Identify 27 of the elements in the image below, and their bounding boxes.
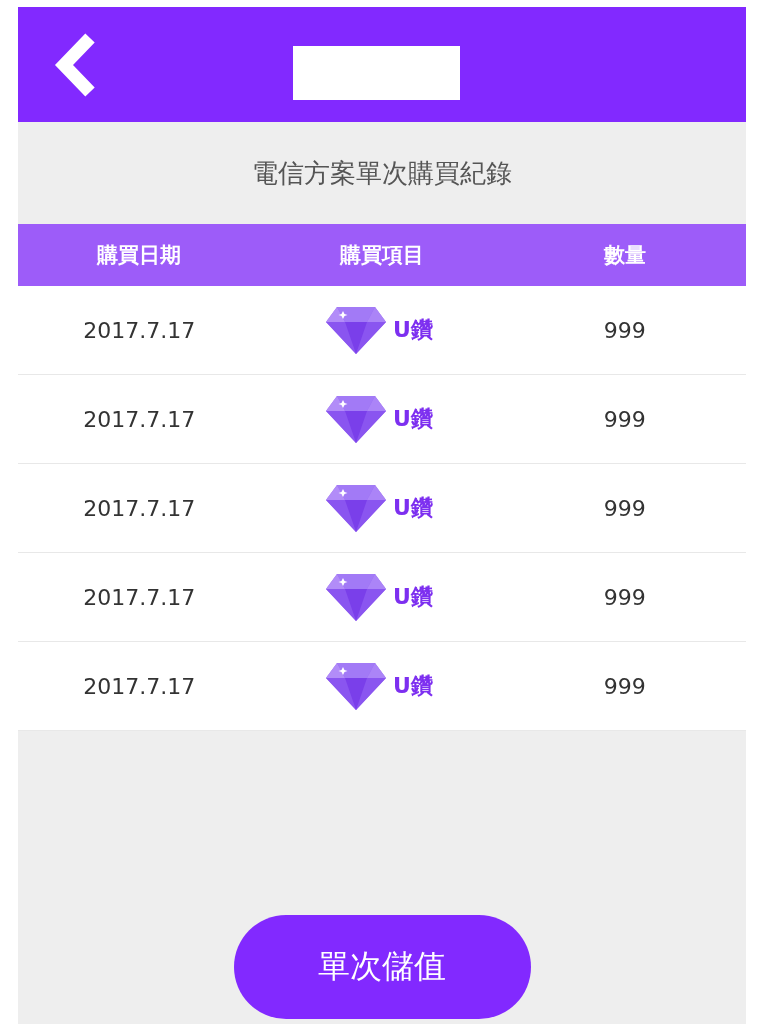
date-cell: 2017.7.17 (83, 495, 196, 521)
item-name: U鑽 (393, 672, 433, 700)
item-name: U鑽 (393, 316, 433, 344)
item-name: U鑽 (393, 405, 433, 433)
column-header: 數量 (603, 242, 646, 269)
quantity-cell: 999 (603, 317, 646, 343)
date-cell: 2017.7.17 (83, 673, 196, 699)
quantity-cell: 999 (603, 584, 646, 610)
date-cell: 2017.7.17 (83, 406, 196, 432)
date-cell: 2017.7.17 (83, 317, 196, 343)
date-cell: 2017.7.17 (83, 584, 196, 610)
diamond-icon (325, 394, 388, 444)
back-icon (52, 31, 98, 98)
diamond-icon (325, 661, 388, 711)
page-subtitle: 電信方案單次購買紀錄 (252, 156, 512, 190)
quantity-cell: 999 (603, 673, 646, 699)
item-name: U鑽 (393, 494, 433, 522)
column-header: 購買項目 (340, 242, 424, 269)
diamond-icon (325, 305, 388, 355)
quantity-cell: 999 (603, 406, 646, 432)
back-button[interactable] (52, 31, 98, 98)
column-header: 購買日期 (97, 242, 182, 269)
quantity-cell: 999 (603, 495, 646, 521)
diamond-icon (325, 572, 388, 622)
item-name: U鑽 (393, 583, 433, 611)
recharge-button[interactable]: 單次儲值 (233, 915, 531, 1019)
diamond-icon (325, 483, 388, 533)
